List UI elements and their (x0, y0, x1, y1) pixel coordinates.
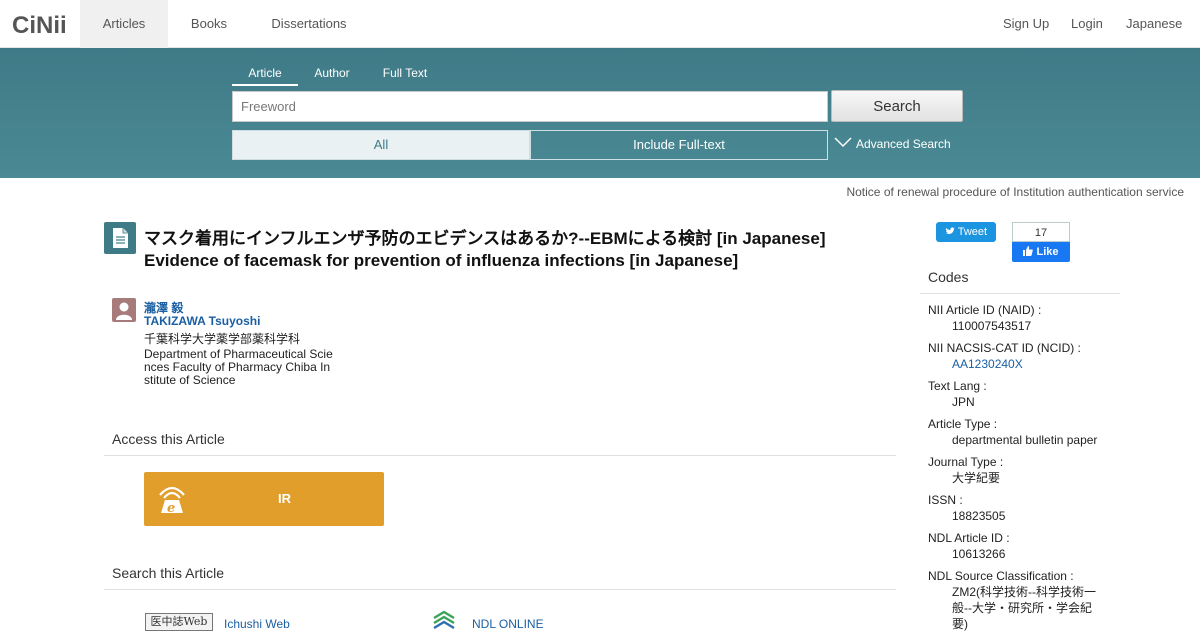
code-value-journal-type: 大学紀要 (952, 471, 1001, 485)
cinii-logo[interactable]: CiNii (12, 10, 67, 39)
code-value-naid: 110007543517 (952, 319, 1032, 333)
codes-divider (920, 293, 1120, 294)
japanese-link[interactable]: Japanese (1126, 0, 1182, 48)
code-value-article-type: departmental bulletin paper (952, 433, 1098, 447)
ndl-online-icon[interactable] (432, 610, 456, 635)
search-article-divider (104, 589, 896, 590)
facebook-like-label: Like (1036, 246, 1059, 258)
code-value-ncid-link[interactable]: AA1230240X (952, 357, 1102, 372)
search-input[interactable] (232, 91, 828, 122)
search-tab-full-text[interactable]: Full Text (376, 66, 434, 86)
ir-label: IR (278, 491, 291, 506)
scope-full-text-button[interactable]: Include Full-text (530, 130, 828, 160)
ichushi-web-link[interactable]: Ichushi Web (224, 617, 290, 631)
affiliation-en-line-3: stitute of Science (144, 373, 236, 387)
code-label-journal-type: Journal Type : (928, 455, 1004, 469)
advanced-search-label: Advanced Search (856, 136, 951, 151)
search-tab-article[interactable]: Article (232, 66, 298, 86)
code-label-text-lang: Text Lang : (928, 379, 987, 393)
code-value-ndl-classification-line-1: ZM2(科学技術--科学技術一 (952, 585, 1096, 599)
ir-repository-icon: e (156, 483, 188, 520)
sign-up-link[interactable]: Sign Up (1003, 0, 1049, 48)
scope-all-button[interactable]: All (232, 130, 530, 160)
article-title-en: Evidence of facemask for prevention of i… (144, 251, 739, 270)
ichushi-logo[interactable]: 医中誌Web (145, 613, 213, 631)
code-label-issn: ISSN : (928, 493, 963, 507)
code-label-ndl-source-classification: NDL Source Classification : (928, 569, 1074, 583)
nav-tab-dissertations[interactable]: Dissertations (266, 0, 352, 48)
renewal-notice-link[interactable]: Notice of renewal procedure of Instituti… (846, 185, 1184, 199)
nav-tab-articles[interactable]: Articles (80, 0, 168, 48)
tweet-label: Tweet (957, 226, 988, 238)
access-section-title: Access this Article (112, 431, 225, 447)
facebook-thumb-icon (1023, 246, 1036, 258)
author-avatar-icon (112, 298, 136, 322)
svg-text:CiNii: CiNii (12, 12, 66, 38)
code-value-ndl-article-id: 10613266 (952, 547, 1006, 561)
facebook-like-button[interactable]: Like (1012, 242, 1070, 262)
svg-text:e: e (167, 501, 175, 515)
codes-section-title: Codes (928, 269, 969, 285)
ir-access-button[interactable]: e IR (144, 472, 384, 526)
code-value-issn: 18823505 (952, 509, 1006, 523)
twitter-bird-icon (945, 226, 958, 238)
tweet-button[interactable]: Tweet (936, 222, 996, 242)
chevron-down-icon (834, 136, 852, 151)
code-value-ndl-classification-line-2: 般--大学・研究所・学会紀 (952, 601, 1092, 615)
top-nav: CiNii Articles Books Dissertations Sign … (0, 0, 1200, 48)
code-label-ndl-article-id: NDL Article ID : (928, 531, 1010, 545)
code-label-article-type: Article Type : (928, 417, 998, 431)
affiliation-ja: 千葉科学大学薬学部薬科学科 (144, 332, 301, 346)
code-value-text-lang: JPN (952, 395, 975, 409)
search-button[interactable]: Search (831, 90, 963, 122)
document-icon (104, 222, 136, 254)
code-label-ncid: NII NACSIS-CAT ID (NCID) : (928, 341, 1081, 355)
facebook-like-count: 17 (1012, 222, 1070, 242)
search-article-section-title: Search this Article (112, 565, 225, 581)
nav-tab-books[interactable]: Books (176, 0, 242, 48)
article-title-ja: マスク着用にインフルエンザ予防のエビデンスはあるか?--EBMによる検討 [in… (144, 229, 826, 248)
author-link-en[interactable]: TAKIZAWA Tsuyoshi (144, 314, 260, 328)
advanced-search-toggle[interactable]: Advanced Search (834, 136, 951, 151)
login-link[interactable]: Login (1071, 0, 1103, 48)
code-label-naid: NII Article ID (NAID) : (928, 303, 1042, 317)
access-section-divider (104, 455, 896, 456)
search-tab-author[interactable]: Author (308, 66, 356, 86)
ndl-online-link[interactable]: NDL ONLINE (472, 617, 544, 631)
